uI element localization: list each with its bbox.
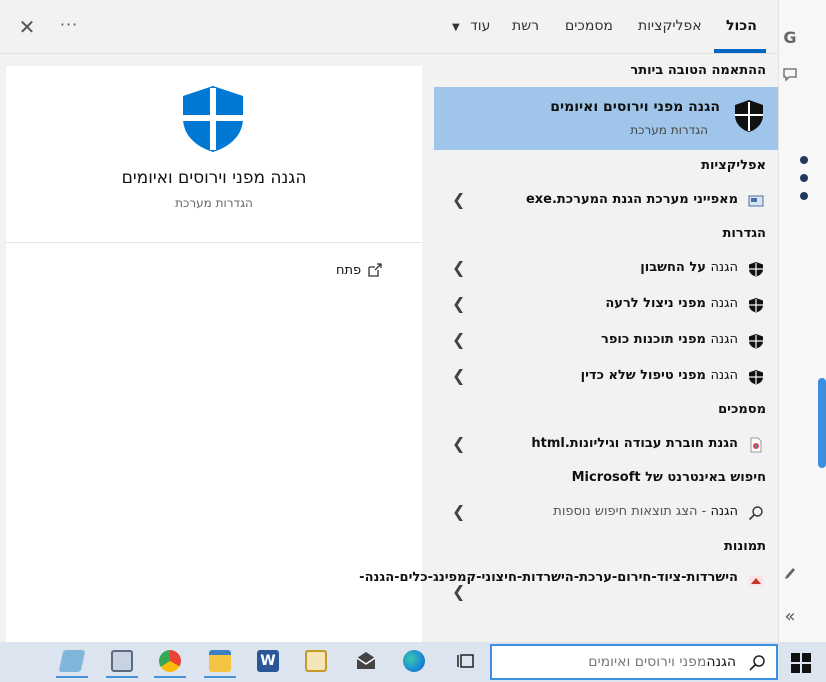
list-item-document[interactable]: ❮ הגנת חוברת עבודה וגיליונות.html: [428, 427, 778, 461]
edge-icon: [403, 650, 425, 672]
chevron-right-icon[interactable]: ❮: [452, 259, 465, 277]
list-item-label: הגנה מפני תוכנות כופר: [601, 332, 738, 347]
list-item-setting[interactable]: ❮ הגנה מפני תוכנות כופר: [428, 323, 778, 357]
search-autocomplete-text: מפני וירוסים ואיומים: [588, 654, 707, 670]
search-window: ✕ ··· הכול אפליקציות מסמכים רשת ▼ עוד הג…: [0, 0, 778, 642]
photo-thumbnail-icon: [749, 576, 763, 586]
chevron-right-icon[interactable]: ❮: [452, 331, 465, 349]
taskbar-app-edge[interactable]: [396, 648, 432, 678]
list-item-label: הגנת חוברת עבודה וגיליונות.html: [531, 436, 738, 451]
open-external-icon: [368, 263, 382, 277]
chevron-right-icon[interactable]: ❮: [452, 503, 465, 521]
html-file-icon: [750, 437, 762, 453]
photos-heading: תמונות: [724, 539, 766, 554]
list-item-label: הגנה מפני ניצול לרעה: [605, 296, 738, 311]
search-top-bar: ✕ ··· הכול אפליקציות מסמכים רשת ▼ עוד: [0, 0, 778, 54]
search-icon: [748, 506, 763, 521]
chat-icon[interactable]: [779, 66, 801, 86]
tab-all[interactable]: הכול: [726, 18, 757, 34]
tab-more-label: עוד: [470, 18, 491, 34]
list-item-label: הישרדות-ציוד-חירום-ערכת-הישרדות-חיצוני-ק…: [359, 570, 738, 585]
best-match-name: הגנה מפני וירוסים ואיומים: [550, 99, 720, 115]
taskbar: W הגנהמפני וירוסים ואיומים: [0, 642, 826, 682]
search-icon: [749, 655, 765, 671]
divider: [6, 242, 422, 243]
task-view-button[interactable]: [448, 648, 484, 678]
chevron-right-icon[interactable]: ❮: [452, 367, 465, 385]
notepad-icon: [58, 650, 86, 672]
chevron-down-icon: ▼: [452, 22, 460, 33]
monitor-icon: [111, 650, 133, 672]
taskbar-app-mail[interactable]: [348, 648, 384, 678]
chrome-icon: [159, 650, 181, 672]
close-icon[interactable]: ✕: [14, 14, 40, 40]
shield-icon: [749, 334, 763, 349]
web-search-heading: חיפוש באינטרנט של Microsoft: [571, 470, 766, 485]
shield-icon: [735, 100, 763, 132]
tab-more[interactable]: ▼ עוד: [452, 18, 490, 34]
google-icon[interactable]: G: [779, 28, 801, 47]
best-match-item[interactable]: הגנה מפני וירוסים ואיומים הגדרות מערכת: [434, 87, 778, 150]
shield-icon: [749, 262, 763, 277]
list-item-web-search[interactable]: ❮ הגנה - הצג תוצאות חיפוש נוספות: [428, 495, 778, 529]
shield-icon: [749, 298, 763, 313]
best-match-heading: ההתאמה הטובה ביותר: [630, 63, 766, 78]
word-icon: W: [257, 650, 279, 672]
results-pane: ההתאמה הטובה ביותר הגנה מפני וירוסים ואי…: [359, 54, 778, 642]
taskbar-search-box[interactable]: הגנהמפני וירוסים ואיומים: [490, 644, 778, 680]
shield-icon: [749, 370, 763, 385]
preview-title: הגנה מפני וירוסים ואיומים: [121, 168, 307, 188]
brush-icon[interactable]: [779, 566, 801, 586]
tab-apps[interactable]: אפליקציות: [638, 18, 702, 34]
taskbar-app-paint[interactable]: [298, 648, 334, 678]
list-item-setting[interactable]: ❮ הגנה מפני ניצול לרעה: [428, 287, 778, 321]
search-typed-text: הגנה: [706, 654, 736, 670]
browser-side-panel: G «: [778, 0, 826, 642]
taskbar-app-monitor[interactable]: [104, 648, 140, 678]
best-match-type: הגדרות מערכת: [630, 123, 708, 137]
taskbar-app-file-explorer[interactable]: [202, 648, 238, 678]
tab-web[interactable]: רשת: [512, 18, 539, 34]
windows-security-shield-icon: [183, 86, 243, 152]
tab-documents[interactable]: מסמכים: [565, 18, 613, 34]
taskbar-app-word[interactable]: W: [250, 648, 286, 678]
collapse-double-chevron-icon[interactable]: «: [779, 606, 801, 627]
settings-heading: הגדרות: [722, 226, 766, 241]
list-item-setting[interactable]: ❮ הגנה על החשבון: [428, 251, 778, 285]
list-item-label: הגנה מפני טיפול שלא כדין: [580, 368, 738, 383]
more-vertical-icon[interactable]: [800, 156, 808, 210]
apps-heading: אפליקציות: [701, 158, 766, 173]
open-button[interactable]: פתח: [336, 262, 383, 278]
paint-icon: [305, 650, 327, 672]
mail-icon: [356, 652, 376, 669]
list-item-app[interactable]: ❮ מאפייני מערכת הגנת המערכת.exe: [428, 183, 778, 217]
active-tab-indicator: [714, 49, 766, 53]
scrollbar-thumb[interactable]: [818, 378, 826, 468]
taskbar-app-notepad[interactable]: [54, 648, 90, 678]
list-item-photo[interactable]: ❮ הישרדות-ציוד-חירום-ערכת-הישרדות-חיצוני…: [359, 569, 778, 615]
list-item-setting[interactable]: ❮ הגנה מפני טיפול שלא כדין: [428, 359, 778, 393]
list-item-label: הגנה - הצג תוצאות חיפוש נוספות: [553, 504, 738, 519]
chevron-right-icon[interactable]: ❮: [452, 295, 465, 313]
preview-subtitle: הגדרות מערכת: [175, 196, 253, 210]
chevron-right-icon[interactable]: ❮: [452, 435, 465, 453]
list-item-label: מאפייני מערכת הגנת המערכת.exe: [525, 192, 738, 207]
more-options-icon[interactable]: ···: [58, 14, 80, 40]
documents-heading: מסמכים: [718, 402, 766, 417]
windows-start-icon[interactable]: [790, 652, 812, 674]
list-item-label: הגנה על החשבון: [640, 260, 738, 275]
search-query: הגנהמפני וירוסים ואיומים: [588, 654, 736, 670]
open-label: פתח: [336, 262, 362, 278]
system-properties-icon: [748, 195, 764, 207]
taskbar-app-chrome[interactable]: [152, 648, 188, 678]
task-view-icon: [457, 654, 474, 668]
folder-icon: [209, 650, 231, 672]
chevron-right-icon[interactable]: ❮: [452, 191, 465, 209]
preview-pane: הגנה מפני וירוסים ואיומים הגדרות מערכת פ…: [6, 66, 422, 642]
